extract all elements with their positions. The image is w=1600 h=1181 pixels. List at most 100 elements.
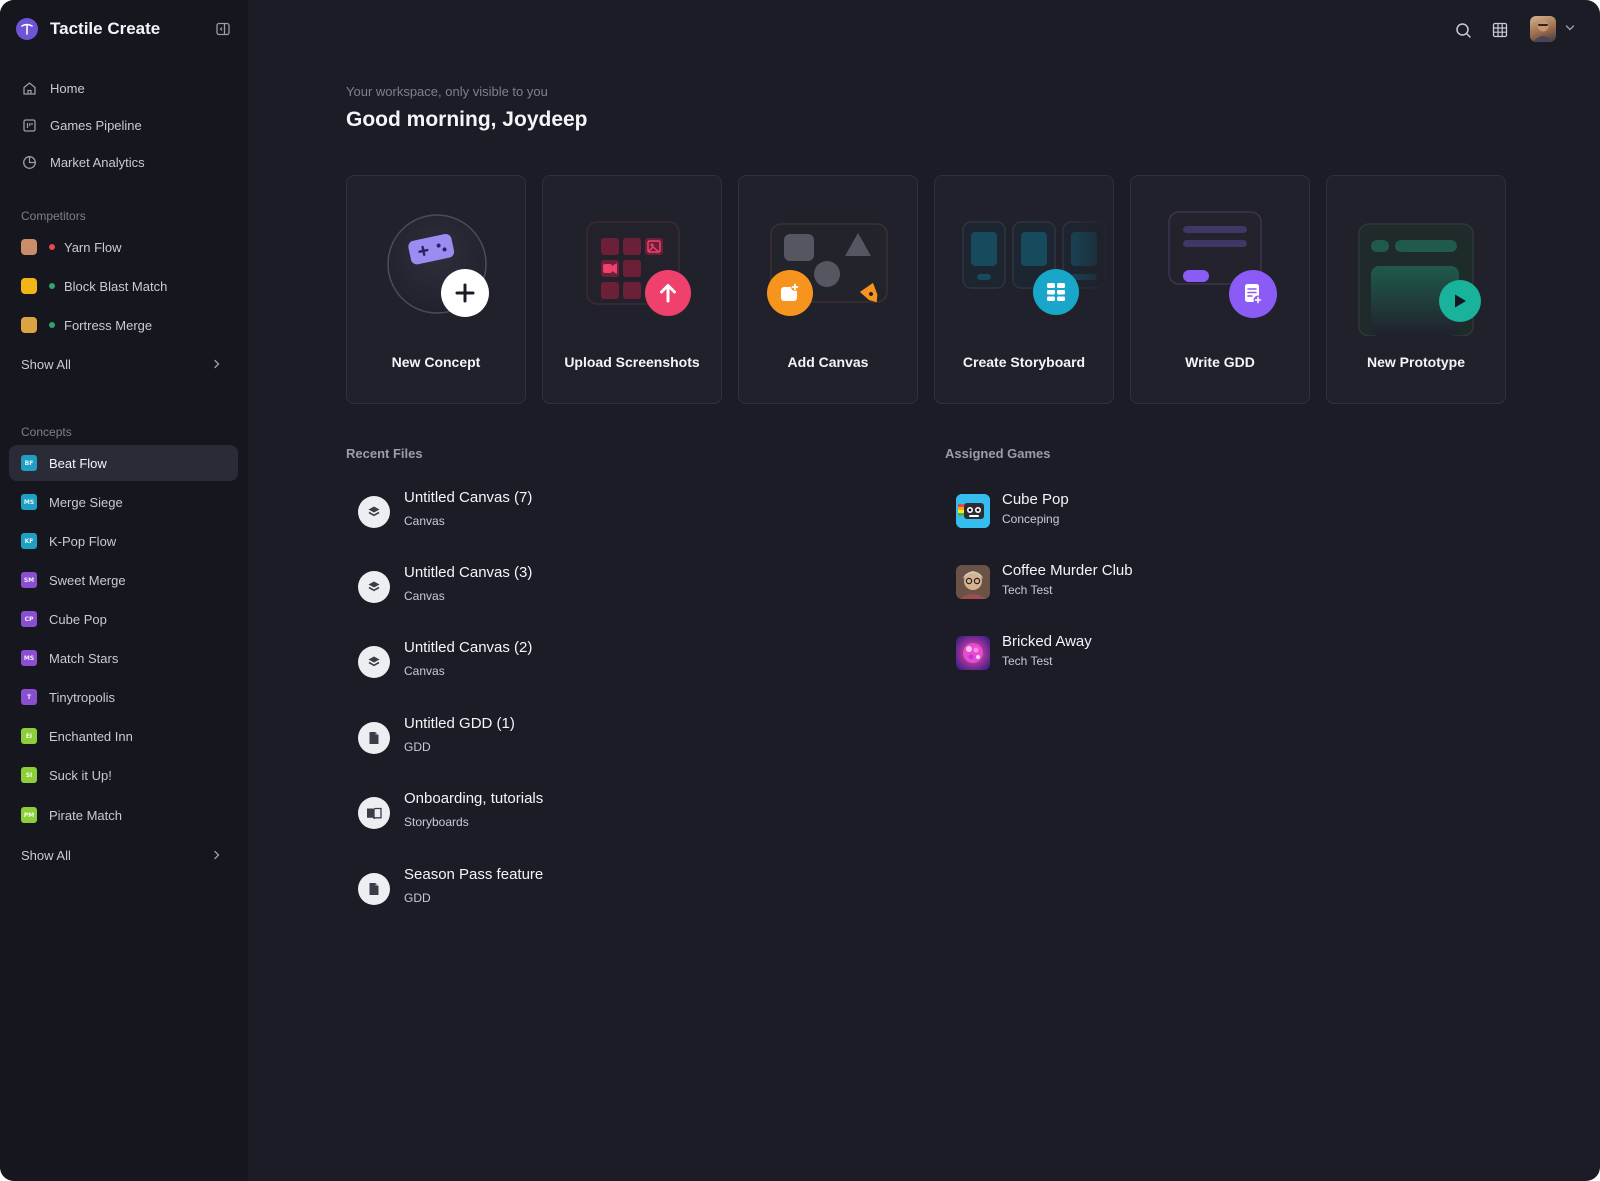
new-concept-card[interactable]: New Concept xyxy=(346,175,526,404)
concepts-section-label: Concepts xyxy=(21,425,72,439)
sidebar-item-home[interactable]: Home xyxy=(9,70,238,106)
recent-file-row[interactable]: Season Pass feature GDD xyxy=(358,865,878,915)
concept-item[interactable]: MS Match Stars xyxy=(9,640,238,676)
recent-file-row[interactable]: Untitled Canvas (3) Canvas xyxy=(358,563,878,613)
pie-chart-icon xyxy=(21,154,38,171)
concept-badge: EI xyxy=(21,728,37,744)
concept-label: Sweet Merge xyxy=(49,572,126,588)
assigned-game-row[interactable]: Coffee Murder Club Tech Test xyxy=(956,561,1356,605)
concept-label: Match Stars xyxy=(49,650,119,666)
concept-badge: SI xyxy=(21,767,37,783)
chevron-down-icon[interactable] xyxy=(1563,21,1577,35)
concept-label: Tinytropolis xyxy=(49,689,115,705)
layers-icon xyxy=(358,496,390,528)
recent-file-row[interactable]: Untitled GDD (1) GDD xyxy=(358,714,878,764)
board-icon xyxy=(21,117,38,134)
competitor-item[interactable]: Block Blast Match xyxy=(9,268,238,304)
concept-badge: PM xyxy=(21,807,37,823)
assigned-game-row[interactable]: Bricked Away Tech Test xyxy=(956,632,1356,676)
status-dot xyxy=(49,322,55,328)
upload-screenshots-card[interactable]: Upload Screenshots xyxy=(542,175,722,404)
new-prototype-card[interactable]: New Prototype xyxy=(1326,175,1506,404)
grid-icon xyxy=(1033,269,1079,315)
recent-file-row[interactable]: Onboarding, tutorials Storyboards xyxy=(358,789,878,839)
sidebar-item-label: Home xyxy=(50,80,85,96)
concept-item-beat-flow[interactable]: BF Beat Flow xyxy=(9,445,238,481)
recent-file-row[interactable]: Untitled Canvas (2) Canvas xyxy=(358,638,878,688)
chevron-right-icon xyxy=(213,848,221,863)
user-avatar[interactable] xyxy=(1530,16,1556,42)
book-icon xyxy=(358,797,390,829)
sidebar-collapse-icon[interactable] xyxy=(214,20,232,38)
competitor-item[interactable]: Yarn Flow xyxy=(9,229,238,265)
concept-item[interactable]: KF K-Pop Flow xyxy=(9,523,238,559)
concept-label: Beat Flow xyxy=(49,455,107,471)
competitor-item[interactable]: Fortress Merge xyxy=(9,307,238,343)
competitors-section-label: Competitors xyxy=(21,209,86,223)
add-canvas-illustration xyxy=(770,223,888,303)
sidebar-item-label: Market Analytics xyxy=(50,154,145,170)
sidebar: Tactile Create Home Games Pipeline Marke… xyxy=(0,0,248,1181)
concept-item[interactable]: SI Suck it Up! xyxy=(9,757,238,793)
new-prototype-illustration xyxy=(1358,223,1474,336)
concept-item[interactable]: EI Enchanted Inn xyxy=(9,718,238,754)
workspace-caption: Your workspace, only visible to you xyxy=(346,84,548,99)
file-title: Untitled Canvas (2) xyxy=(404,639,533,656)
app-name: Tactile Create xyxy=(50,19,161,38)
file-type: Canvas xyxy=(404,514,445,528)
create-storyboard-illustration xyxy=(935,176,1113,336)
file-type: Storyboards xyxy=(404,815,469,829)
card-label: Upload Screenshots xyxy=(564,354,700,370)
concept-item[interactable]: T Tinytropolis xyxy=(9,679,238,715)
search-icon[interactable] xyxy=(1453,20,1473,40)
file-type: GDD xyxy=(404,891,431,905)
plus-icon xyxy=(441,269,489,317)
concept-badge: KF xyxy=(21,533,37,549)
add-canvas-card[interactable]: Add Canvas xyxy=(738,175,918,404)
concept-item[interactable]: MS Merge Siege xyxy=(9,484,238,520)
game-title: Coffee Murder Club xyxy=(1002,562,1133,579)
game-status: Tech Test xyxy=(1002,654,1053,668)
concept-label: Cube Pop xyxy=(49,611,107,627)
show-all-label: Show All xyxy=(21,356,71,372)
concept-item[interactable]: SM Sweet Merge xyxy=(9,562,238,598)
sidebar-item-market-analytics[interactable]: Market Analytics xyxy=(9,144,238,180)
competitors-show-all[interactable]: Show All xyxy=(21,354,221,374)
file-title: Season Pass feature xyxy=(404,866,544,883)
recent-file-row[interactable]: Untitled Canvas (7) Canvas xyxy=(358,488,878,538)
write-gdd-card[interactable]: Write GDD xyxy=(1130,175,1310,404)
game-thumbnail xyxy=(956,636,990,670)
concept-badge: CP xyxy=(21,611,37,627)
document-add-icon xyxy=(1229,270,1277,318)
assigned-game-row[interactable]: Cube Pop Conceping xyxy=(956,490,1356,534)
assigned-games-title: Assigned Games xyxy=(945,446,1051,461)
concept-badge: T xyxy=(21,689,37,705)
file-title: Untitled GDD (1) xyxy=(404,715,515,732)
apps-grid-icon[interactable] xyxy=(1490,20,1510,40)
card-label: Write GDD xyxy=(1185,354,1255,370)
game-status: Conceping xyxy=(1002,512,1060,526)
document-icon xyxy=(358,873,390,905)
create-storyboard-card[interactable]: Create Storyboard xyxy=(934,175,1114,404)
game-title: Bricked Away xyxy=(1002,633,1092,650)
competitor-avatar xyxy=(21,239,37,255)
status-dot xyxy=(49,244,55,250)
document-icon xyxy=(358,722,390,754)
file-type: GDD xyxy=(404,740,431,754)
status-dot xyxy=(49,283,55,289)
competitor-avatar xyxy=(21,278,37,294)
concept-label: K-Pop Flow xyxy=(49,533,117,549)
sidebar-item-games-pipeline[interactable]: Games Pipeline xyxy=(9,107,238,143)
brand[interactable]: Tactile Create xyxy=(16,17,232,41)
card-label: Create Storyboard xyxy=(962,354,1086,370)
concept-item[interactable]: CP Cube Pop xyxy=(9,601,238,637)
concept-badge: SM xyxy=(21,572,37,588)
brand-logo-icon xyxy=(16,18,38,40)
concept-label: Suck it Up! xyxy=(49,767,112,783)
concept-badge: MS xyxy=(21,494,37,510)
concept-item[interactable]: PM Pirate Match xyxy=(9,797,238,833)
layers-icon xyxy=(358,571,390,603)
upload-screenshots-illustration xyxy=(586,221,680,305)
concepts-show-all[interactable]: Show All xyxy=(21,845,221,865)
competitor-avatar xyxy=(21,317,37,333)
